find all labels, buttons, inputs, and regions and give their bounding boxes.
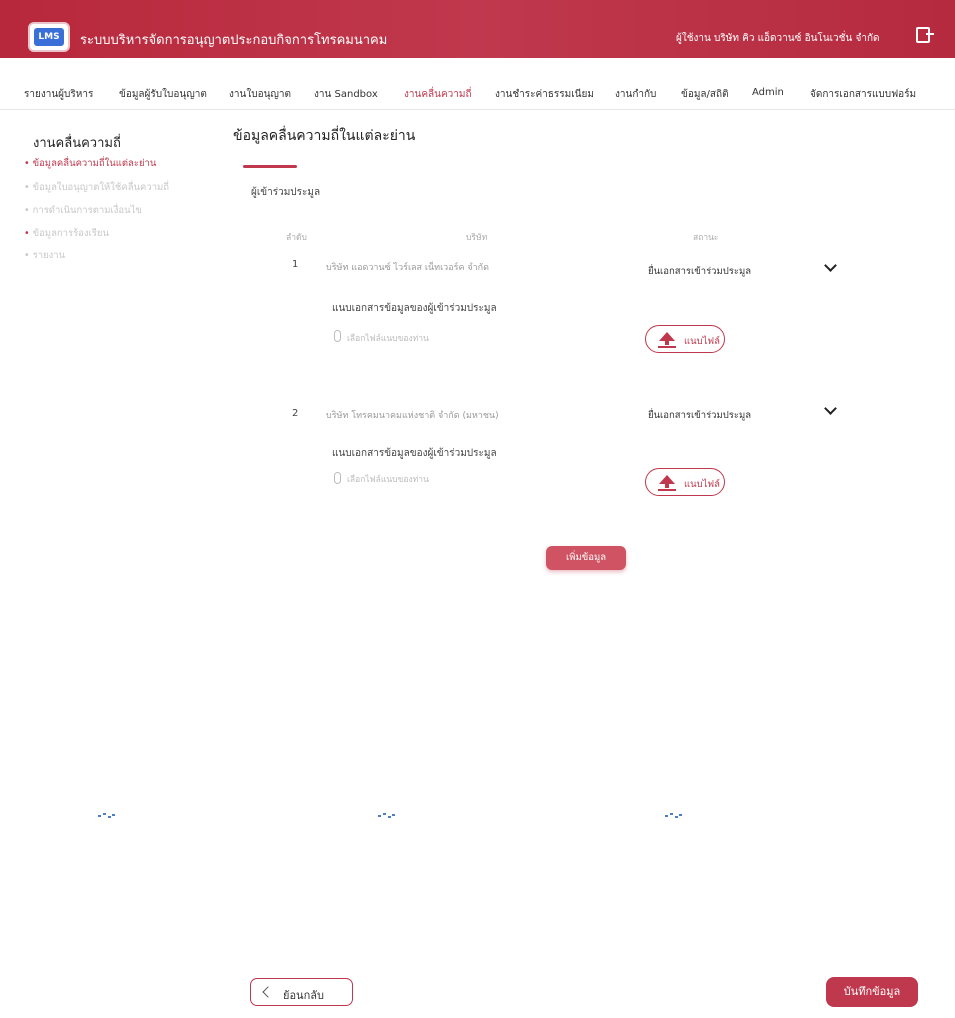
upload-arrow-base: [658, 489, 676, 491]
bullet-icon: •: [24, 205, 30, 216]
row-company: บริษัท โทรคมนาคมแห่งชาติ จำกัด (มหาชน): [326, 411, 499, 421]
sidebar-item-spectrum-license[interactable]: • ข้อมูลใบอนุญาตให้ใช้คลื่นความถี่: [24, 180, 169, 195]
scan-artifact: [378, 812, 396, 820]
scan-artifact: [98, 812, 116, 820]
back-button-label: ย้อนกลับ: [283, 989, 324, 1002]
row-company: บริษัท แอดวานซ์ ไวร์เลส เน็ทเวอร์ค จำกัด: [326, 263, 489, 273]
sidebar-item-label: ข้อมูลใบอนุญาตให้ใช้คลื่นความถี่: [32, 182, 170, 193]
sidebar-item-spectrum-per-band[interactable]: • ข้อมูลคลื่นความถี่ในแต่ละย่าน: [24, 156, 156, 171]
chevron-down-icon[interactable]: [824, 259, 837, 272]
upload-button-label: แนบไฟล์: [684, 336, 720, 347]
sidebar-item-label: การดำเนินการตามเงื่อนไข: [32, 205, 142, 216]
menu-item-license-work[interactable]: งานใบอนุญาต: [229, 87, 291, 102]
file-select-hint[interactable]: เลือกไฟล์แนบของท่าน: [347, 472, 429, 486]
row-status: ยื่นเอกสารเข้าร่วมประมูล: [648, 410, 752, 421]
app-title: ระบบบริหารจัดการอนุญาตประกอบกิจการโทรคมน…: [80, 33, 388, 48]
menu-item-spectrum[interactable]: งานคลื่นความถี่: [404, 87, 472, 102]
column-header-no: ลำดับ: [286, 233, 307, 243]
chevron-down-icon[interactable]: [824, 402, 837, 415]
attach-doc-label: แนบเอกสารข้อมูลของผู้เข้าร่วมประมูล: [332, 303, 497, 314]
bullet-icon: •: [24, 228, 30, 239]
bullet-icon: •: [24, 250, 30, 261]
menu-item-fee-payment[interactable]: งานชำระค่าธรรมเนียม: [495, 87, 594, 102]
user-info: ผู้ใช้งาน บริษัท คิว แอ็ดวานซ์ อินโนเวชั…: [676, 33, 880, 44]
sidebar-item-label: ข้อมูลการร้องเรียน: [32, 228, 109, 239]
back-button[interactable]: ย้อนกลับ: [250, 978, 353, 1006]
paperclip-icon: [334, 472, 341, 484]
logout-icon[interactable]: [916, 27, 934, 43]
upload-button-label: แนบไฟล์: [684, 479, 720, 490]
row-status: ยื่นเอกสารเข้าร่วมประมูล: [648, 266, 752, 277]
app-header: LMS ระบบบริหารจัดการอนุญาตประกอบกิจการโท…: [0, 0, 955, 58]
sidebar-item-conditions[interactable]: • การดำเนินการตามเงื่อนไข: [24, 203, 142, 218]
menu-item-admin[interactable]: Admin: [752, 87, 784, 98]
bullet-icon: •: [24, 182, 30, 193]
file-select-hint[interactable]: เลือกไฟล์แนบของท่าน: [347, 331, 429, 345]
row-number: 2: [292, 408, 299, 419]
menu-item-form-management[interactable]: จัดการเอกสารแบบฟอร์ม: [810, 87, 916, 102]
sidebar-item-reports[interactable]: • รายงาน: [24, 248, 65, 263]
chevron-left-icon: [262, 986, 274, 998]
lms-logo[interactable]: LMS: [28, 22, 70, 52]
paperclip-icon: [334, 330, 341, 342]
save-button[interactable]: บันทึกข้อมูล: [826, 977, 918, 1007]
menu-item-executive-report[interactable]: รายงานผู้บริหาร: [24, 87, 93, 102]
tab-bidders[interactable]: ผู้เข้าร่วมประมูล: [251, 185, 320, 200]
column-header-company: บริษัท: [466, 233, 488, 243]
attach-doc-label: แนบเอกสารข้อมูลของผู้เข้าร่วมประมูล: [332, 448, 497, 459]
page-title: ข้อมูลคลื่นความถี่ในแต่ละย่าน: [233, 128, 416, 144]
sidebar-item-label: ข้อมูลคลื่นความถี่ในแต่ละย่าน: [32, 158, 157, 169]
add-data-button[interactable]: เพิ่มข้อมูล: [546, 546, 626, 570]
menu-item-licensee-info[interactable]: ข้อมูลผู้รับใบอนุญาต: [119, 87, 207, 102]
tab-active-indicator: [243, 165, 297, 168]
scan-artifact: [665, 812, 683, 820]
menu-item-statistics[interactable]: ข้อมูล/สถิติ: [681, 87, 729, 102]
upload-file-button[interactable]: แนบไฟล์: [645, 468, 725, 496]
logo-text: LMS: [34, 28, 64, 46]
bullet-icon: •: [24, 158, 30, 169]
sidebar-item-label: รายงาน: [32, 250, 66, 261]
main-menu: รายงานผู้บริหาร ข้อมูลผู้รับใบอนุญาต งาน…: [0, 68, 955, 110]
sidebar-title: งานคลื่นความถี่: [33, 136, 121, 151]
row-number: 1: [292, 259, 299, 270]
upload-arrow-stem: [665, 483, 669, 488]
column-header-status: สถานะ: [693, 233, 719, 243]
upload-arrow-base: [658, 346, 676, 348]
upload-file-button[interactable]: แนบไฟล์: [645, 325, 725, 353]
sidebar-item-complaints[interactable]: • ข้อมูลการร้องเรียน: [24, 226, 109, 241]
upload-arrow-stem: [665, 340, 669, 345]
menu-item-regulation[interactable]: งานกำกับ: [615, 87, 656, 102]
menu-item-sandbox[interactable]: งาน Sandbox: [314, 87, 378, 102]
